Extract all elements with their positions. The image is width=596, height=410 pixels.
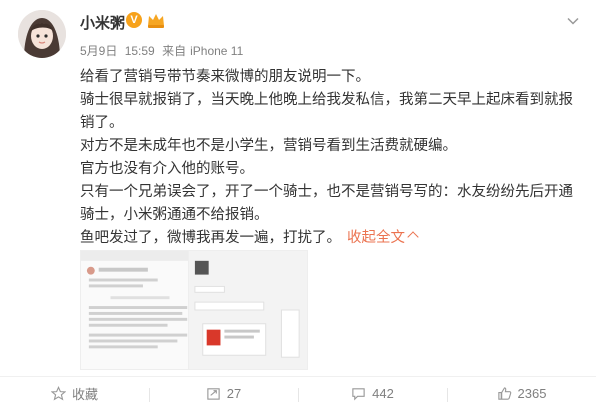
chat-screenshot-icon bbox=[189, 251, 307, 369]
post-device[interactable]: iPhone 11 bbox=[190, 44, 243, 58]
post-paragraph: 骑士很早就报销了，当天晚上他晚上给我发私信，我第二天早上起床看到就报销了。 bbox=[80, 92, 573, 131]
comment-button[interactable]: 442 bbox=[298, 386, 447, 402]
verified-badge: V bbox=[126, 12, 142, 28]
favorite-label: 收藏 bbox=[71, 387, 98, 402]
post-action-bar: 收藏 27 442 2365 bbox=[0, 376, 596, 410]
post-image-1[interactable] bbox=[80, 250, 200, 370]
comment-count: 442 bbox=[372, 386, 394, 401]
post-source-prefix: 来自 bbox=[162, 44, 187, 58]
collapse-text-link[interactable]: 收起全文 bbox=[347, 230, 419, 246]
post-time[interactable]: 15:59 bbox=[125, 44, 155, 58]
thumbs-up-icon bbox=[497, 387, 511, 400]
post-paragraph: 对方不是未成年也不是小学生，营销号看到生活费就硬编。 bbox=[80, 138, 457, 154]
post-content: 给看了营销号带节奏来微博的朋友说明一下。 骑士很早就报销了，当天晚上他晚上给我发… bbox=[80, 66, 580, 250]
post-date[interactable]: 5月9日 bbox=[80, 44, 117, 58]
collapse-label: 收起全文 bbox=[347, 230, 405, 246]
post-meta: 5月9日 15:59 来自 iPhone 11 bbox=[80, 42, 247, 59]
post-paragraph: 官方也没有介入他的账号。 bbox=[80, 161, 254, 177]
avatar-image bbox=[18, 10, 66, 58]
like-button[interactable]: 2365 bbox=[447, 386, 596, 402]
post-paragraph-last: 鱼吧发过了，微博我再发一遍，打扰了。 收起全文 bbox=[80, 227, 580, 250]
chevron-up-icon bbox=[407, 231, 419, 243]
username[interactable]: 小米粥 bbox=[80, 12, 125, 33]
vip-crown-icon[interactable] bbox=[146, 11, 166, 29]
comment-icon bbox=[352, 388, 365, 401]
post-paragraph: 给看了营销号带节奏来微博的朋友说明一下。 bbox=[80, 69, 370, 85]
chat-screenshot-icon bbox=[81, 251, 199, 369]
weibo-post-card: 小米粥 V 5月9日 15:59 来自 iPhone 11 给看了营销号带节奏来微… bbox=[0, 0, 596, 410]
repost-button[interactable]: 27 bbox=[149, 386, 298, 402]
like-count: 2365 bbox=[517, 386, 547, 401]
favorite-button[interactable]: 收藏 bbox=[0, 384, 149, 403]
star-icon bbox=[50, 386, 66, 401]
post-paragraph: 只有一个兄弟误会了，开了一个骑士，也不是营销号写的：水友纷纷先后开通骑士，小米粥… bbox=[80, 184, 573, 223]
user-avatar[interactable] bbox=[18, 10, 66, 58]
repost-icon bbox=[207, 388, 220, 400]
chevron-down-icon[interactable] bbox=[566, 14, 580, 28]
post-last-line: 鱼吧发过了，微博我再发一遍，打扰了。 bbox=[80, 230, 341, 246]
post-image-2[interactable] bbox=[188, 250, 308, 370]
repost-count: 27 bbox=[226, 386, 242, 401]
